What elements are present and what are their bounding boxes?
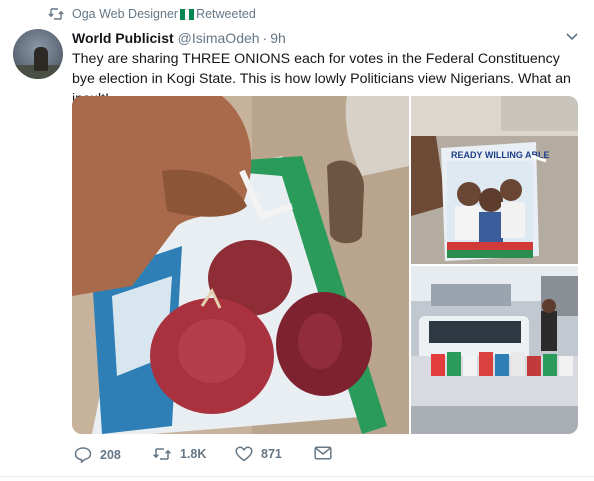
tweet-header: World Publicist @IsimaOdeh · 9h [72, 30, 286, 46]
separator-dot: · [262, 30, 268, 46]
like-action[interactable]: 871 [235, 446, 282, 462]
retweeter-name[interactable]: Oga Web Designer [72, 7, 178, 21]
retweet-icon [48, 8, 64, 20]
reply-count: 208 [100, 447, 121, 462]
retweet-icon [153, 448, 171, 460]
heart-icon [235, 446, 253, 462]
direct-message-action[interactable] [314, 446, 340, 460]
reply-action[interactable]: 208 [74, 446, 121, 463]
divider [0, 476, 594, 477]
avatar[interactable] [13, 29, 63, 79]
tweet-actions: 208 1.8K 871 [74, 446, 374, 466]
author-handle[interactable]: @IsimaOdeh [178, 30, 260, 46]
media-grid: READY WILLING ABLE [72, 96, 578, 434]
chevron-down-icon[interactable] [565, 32, 579, 42]
onions-photo[interactable] [72, 96, 409, 434]
retweet-context: Oga Web Designer Retweeted [48, 6, 256, 22]
campaign-bag-photo[interactable]: READY WILLING ABLE [411, 96, 578, 264]
author-name[interactable]: World Publicist [72, 30, 174, 46]
retweeted-label: Retweeted [196, 7, 256, 21]
tweet-time[interactable]: 9h [270, 30, 286, 46]
retweet-action[interactable]: 1.8K [152, 446, 206, 462]
mail-icon [314, 446, 332, 460]
like-count: 871 [261, 447, 282, 461]
pickup-truck-photo[interactable] [411, 266, 578, 434]
nigeria-flag-icon [180, 8, 195, 20]
reply-icon [74, 447, 92, 463]
retweet-count: 1.8K [180, 447, 207, 461]
